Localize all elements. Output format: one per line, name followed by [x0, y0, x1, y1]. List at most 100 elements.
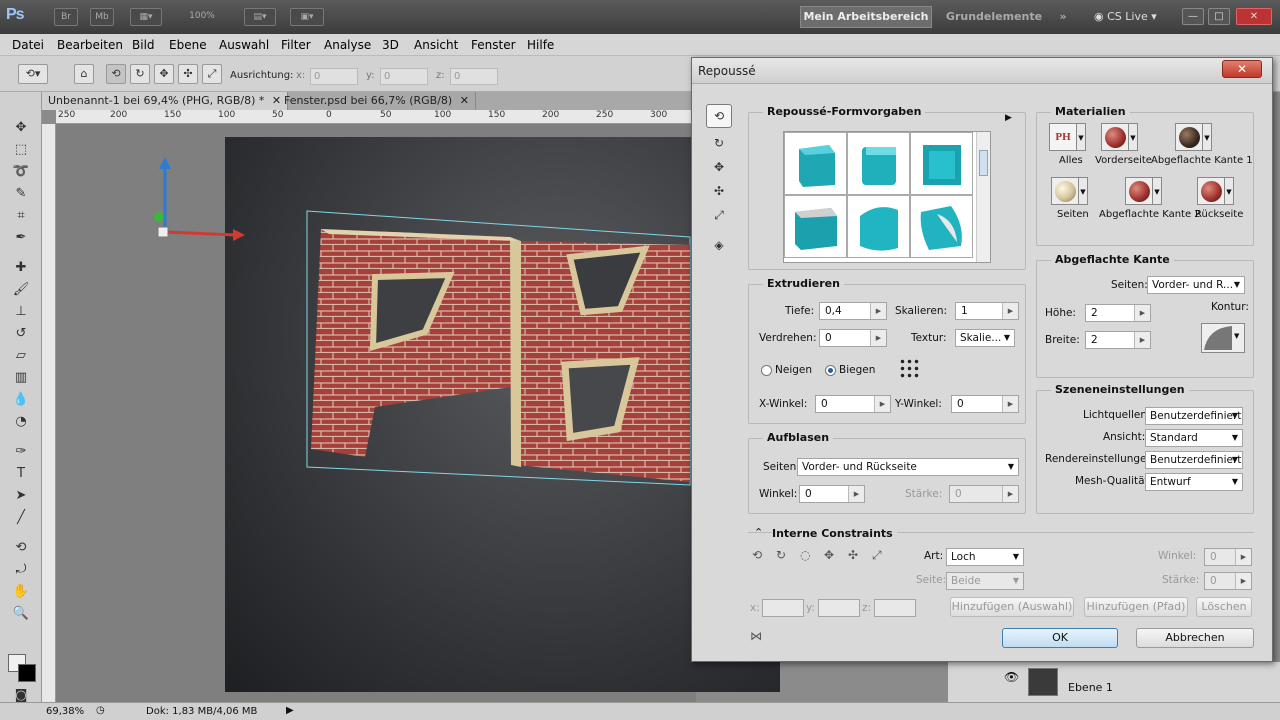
workspace-button-basics[interactable]: Grundelemente [944, 6, 1044, 28]
line-tool-icon[interactable]: ╱ [10, 508, 32, 528]
dialog-close-icon[interactable]: ✕ [1222, 60, 1262, 78]
contour-picker[interactable]: ▼ [1201, 323, 1245, 353]
mesh-quality-select[interactable]: Entwurf ▼ [1145, 473, 1243, 491]
preset-item[interactable] [910, 195, 973, 258]
presets-list[interactable] [783, 131, 991, 263]
x-angle-field[interactable]: 0 ▶ [815, 395, 891, 413]
dropdown-arrow-icon[interactable]: ▼ [1153, 177, 1162, 205]
marquee-tool-icon[interactable]: ⬚ [10, 140, 32, 160]
twist-arrow-icon[interactable]: ▶ [870, 330, 886, 346]
close-window-icon[interactable]: ✕ [1236, 8, 1272, 25]
constraint-drag-icon[interactable]: ✥ [824, 548, 834, 562]
width-arrow-icon[interactable]: ▶ [1134, 332, 1150, 348]
inflate-angle-field[interactable]: 0 ▶ [799, 485, 865, 503]
menu-fenster[interactable]: Fenster [471, 38, 516, 52]
scale-field[interactable]: 1 ▶ [955, 302, 1019, 320]
material-alles[interactable]: PH ▼ [1049, 123, 1086, 153]
menu-ebene[interactable]: Ebene [169, 38, 207, 52]
menu-3d[interactable]: 3D [382, 38, 399, 52]
menu-analyse[interactable]: Analyse [324, 38, 371, 52]
lasso-tool-icon[interactable]: ➰ [10, 162, 32, 182]
constraint-angle-arrow-icon[interactable]: ▶ [1235, 549, 1251, 565]
reference-point-grid-icon[interactable] [899, 358, 919, 378]
pen-tool-icon[interactable]: ✑ [10, 442, 32, 462]
material-kante1[interactable]: ▼ [1175, 123, 1212, 153]
material-seiten[interactable]: ▼ [1051, 177, 1088, 207]
rotate-3d-icon[interactable]: ⟲ [106, 64, 126, 84]
inflate-strength-arrow-icon[interactable]: ▶ [1002, 486, 1018, 502]
preset-item[interactable] [847, 132, 910, 195]
scale-arrow-icon[interactable]: ▶ [1002, 303, 1018, 319]
constraint-strength-field[interactable]: 0 ▶ [1204, 572, 1252, 590]
material-vorderseite[interactable]: ▼ [1101, 123, 1138, 153]
layer-name[interactable]: Ebene 1 [1068, 681, 1113, 694]
constraint-orbit-icon[interactable]: ◌ [800, 548, 810, 562]
arrange-documents-icon[interactable]: ▤▾ [244, 8, 276, 26]
object-rotate-icon[interactable]: ⟲ [706, 104, 732, 128]
constraint-x-field[interactable] [762, 599, 804, 617]
y-angle-arrow-icon[interactable]: ▶ [1002, 396, 1018, 412]
view-select[interactable]: Standard ▼ [1145, 429, 1243, 447]
quick-select-tool-icon[interactable]: ✎ [10, 184, 32, 204]
constraint-strength-arrow-icon[interactable]: ▶ [1235, 573, 1251, 589]
menu-bearbeiten[interactable]: Bearbeiten [57, 38, 123, 52]
healing-tool-icon[interactable]: ✚ [10, 258, 32, 278]
type-tool-icon[interactable]: T [10, 464, 32, 484]
return-to-initial-position-icon[interactable]: ⌂ [74, 64, 94, 84]
bend-radio[interactable] [825, 365, 836, 376]
maximize-icon[interactable]: □ [1208, 8, 1230, 25]
height-arrow-icon[interactable]: ▶ [1134, 305, 1150, 321]
gradient-tool-icon[interactable]: ▥ [10, 368, 32, 388]
preset-item[interactable] [784, 195, 847, 258]
presets-menu-icon[interactable]: ▶ [1005, 113, 1012, 123]
brush-tool-icon[interactable]: 🖌 [10, 280, 32, 300]
scroll-thumb[interactable] [979, 150, 988, 176]
constraint-rotate-icon[interactable]: ⟲ [752, 548, 762, 562]
view-extras-icon[interactable]: ▦▾ [130, 8, 162, 26]
screen-mode-icon[interactable]: ▣▾ [290, 8, 324, 26]
tool-preset-picker-icon[interactable]: ⟲▾ [18, 64, 48, 84]
status-info-icon[interactable]: ◷ [96, 705, 105, 716]
bridge-icon[interactable]: Br [54, 8, 78, 26]
add-selection-button[interactable]: Hinzufügen (Auswahl) [950, 597, 1074, 617]
inflate-sides-select[interactable]: Vorder- und Rückseite ▼ [797, 458, 1019, 476]
shear-radio[interactable] [761, 365, 772, 376]
bevel-sides-select[interactable]: Vorder- und R... ▼ [1147, 276, 1245, 294]
minimize-icon[interactable]: — [1182, 8, 1204, 25]
3d-axis-widget[interactable] [125, 157, 245, 267]
inflate-strength-field[interactable]: 0 ▶ [949, 485, 1019, 503]
presets-scrollbar[interactable] [976, 132, 990, 262]
scale-3d-icon[interactable]: ⤢ [202, 64, 222, 84]
tab-fenster[interactable]: Fenster.psd bei 66,7% (RGB/8) ✕ [278, 92, 476, 110]
dodge-tool-icon[interactable]: ◔ [10, 412, 32, 432]
object-scale-icon[interactable]: ⤢ [706, 204, 732, 228]
add-path-button[interactable]: Hinzufügen (Pfad) [1084, 597, 1188, 617]
object-slide-icon[interactable]: ✣ [706, 180, 732, 204]
menu-bild[interactable]: Bild [132, 38, 155, 52]
dropdown-arrow-icon[interactable]: ▼ [1225, 177, 1234, 205]
object-roll-icon[interactable]: ↻ [706, 132, 732, 156]
preset-item[interactable] [847, 195, 910, 258]
material-kante2[interactable]: ▼ [1125, 177, 1162, 207]
history-brush-icon[interactable]: ↺ [10, 324, 32, 344]
collapse-chevron-icon[interactable]: ⌃ [754, 526, 763, 539]
constraint-roll-icon[interactable]: ↻ [776, 548, 786, 562]
cs-live-menu[interactable]: ◉ CS Live ▾ [1094, 6, 1174, 28]
mini-bridge-icon[interactable]: Mb [90, 8, 114, 26]
dialog-titlebar[interactable]: Repoussé ✕ [692, 58, 1272, 84]
3d-camera-tool-icon[interactable]: ⤾ [10, 560, 32, 580]
constraint-side-select[interactable]: Beide ▼ [946, 572, 1024, 590]
eraser-tool-icon[interactable]: ▱ [10, 346, 32, 366]
depth-arrow-icon[interactable]: ▶ [870, 303, 886, 319]
path-select-tool-icon[interactable]: ➤ [10, 486, 32, 506]
depth-field[interactable]: 0,4 ▶ [819, 302, 887, 320]
dropdown-arrow-icon[interactable]: ▼ [1203, 123, 1212, 151]
constraint-visibility-icon[interactable]: ⋈ [750, 629, 762, 643]
roll-3d-icon[interactable]: ↻ [130, 64, 150, 84]
cancel-button[interactable]: Abbrechen [1136, 628, 1254, 648]
twist-field[interactable]: 0 ▶ [819, 329, 887, 347]
3d-rotate-tool-icon[interactable]: ⟲ [10, 538, 32, 558]
preset-item[interactable] [784, 132, 847, 195]
zoom-level-box[interactable]: 100% [176, 8, 228, 26]
stamp-tool-icon[interactable]: ⊥ [10, 302, 32, 322]
